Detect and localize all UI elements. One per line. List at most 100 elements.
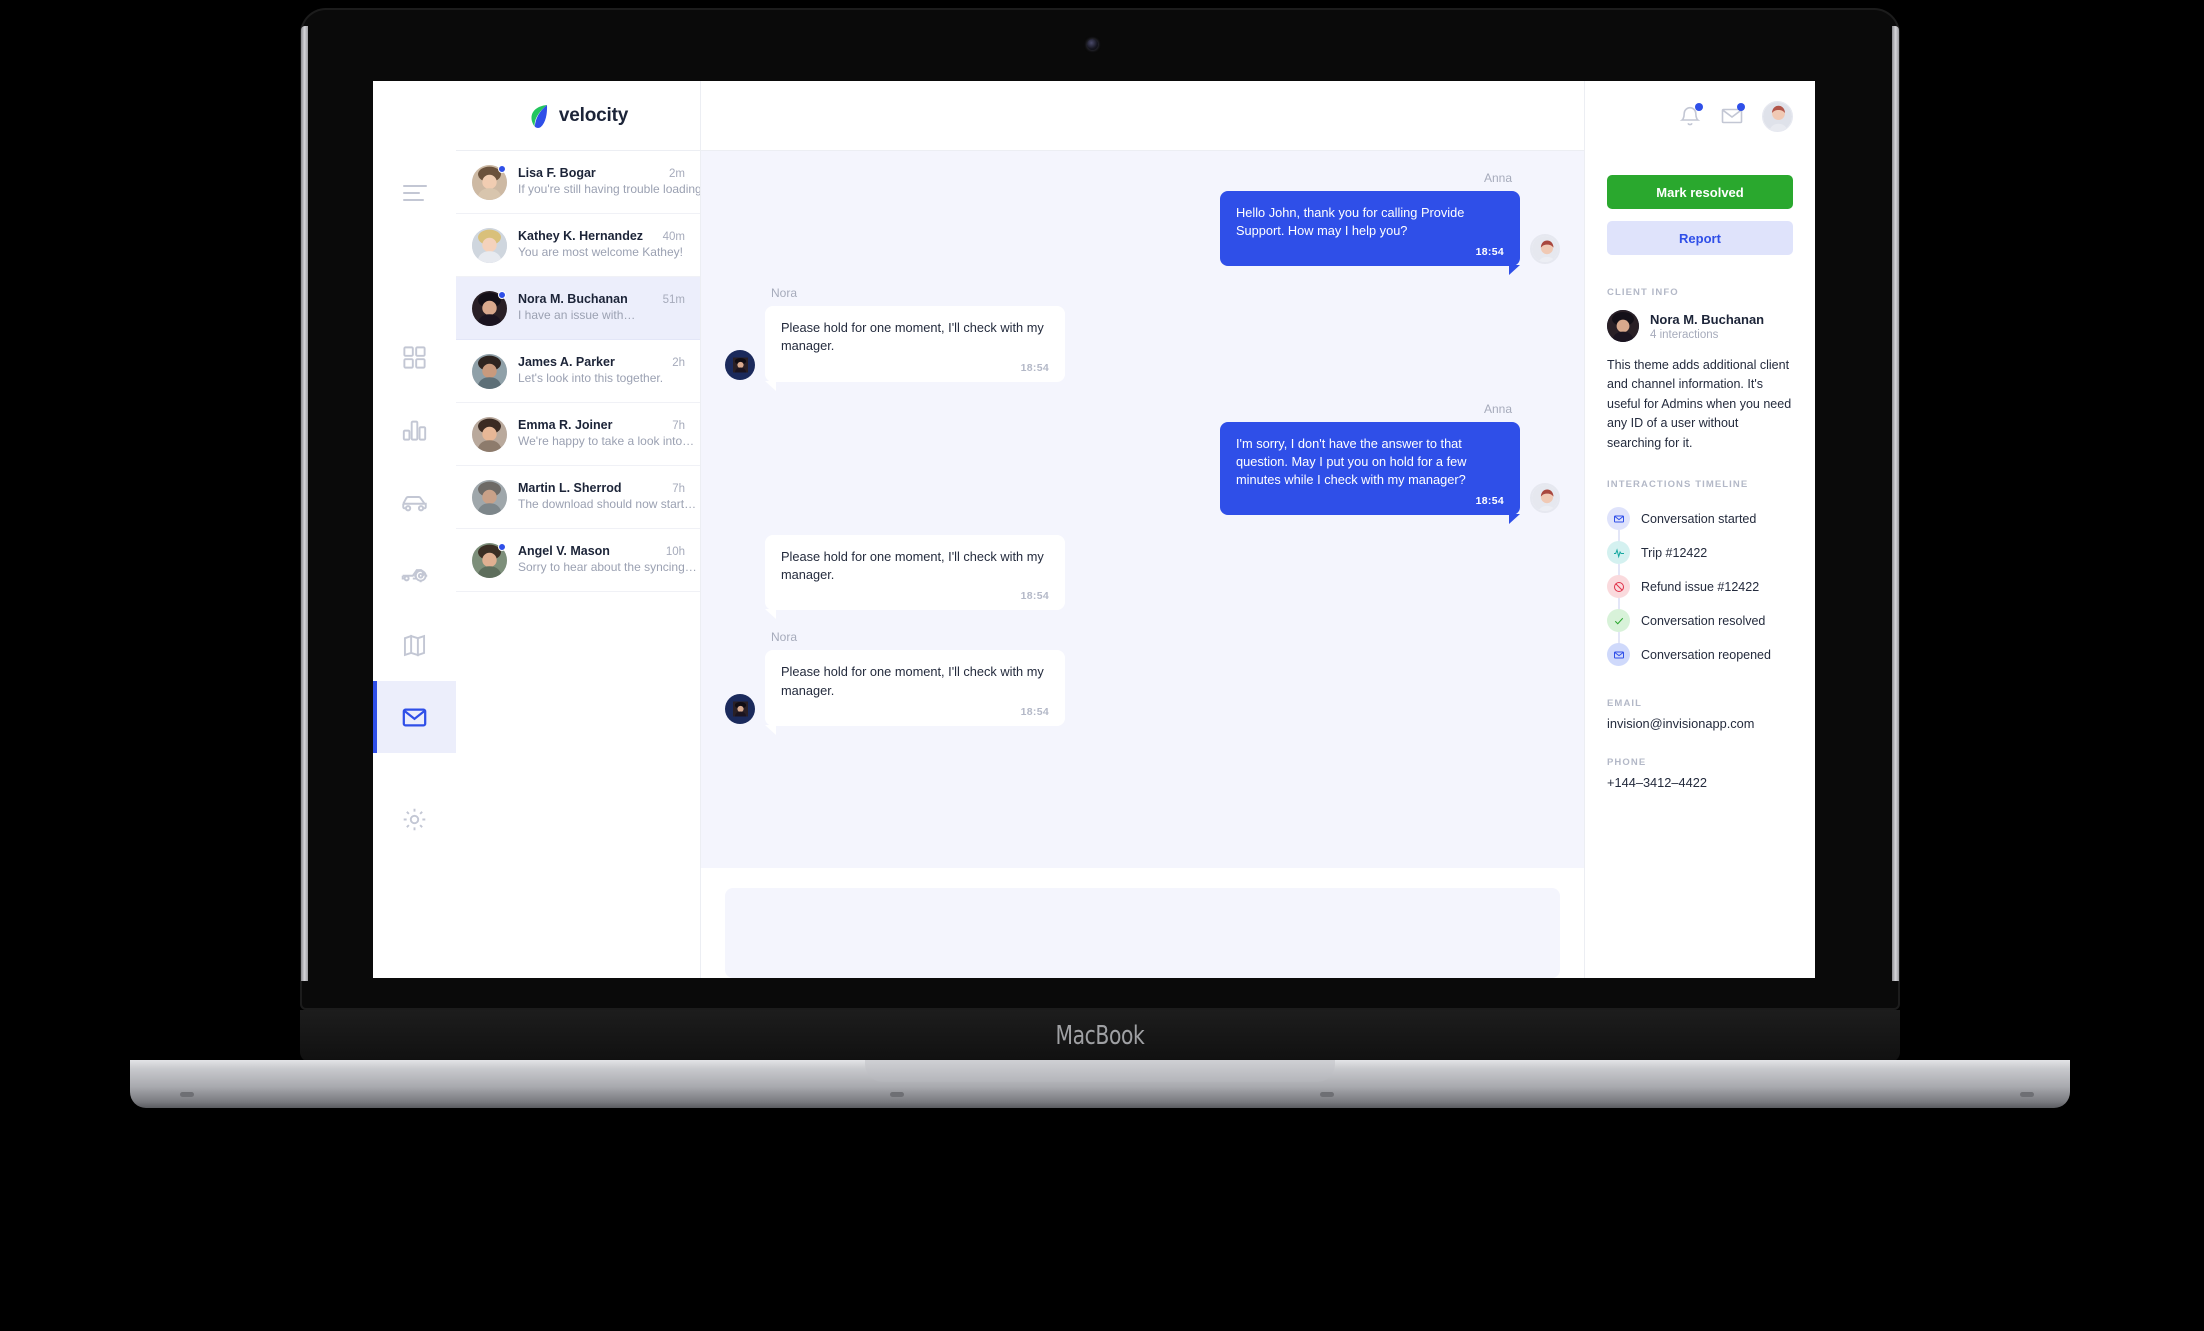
conversation-preview: Let's look into this together. xyxy=(518,371,664,385)
conversation-name: Emma R. Joiner xyxy=(518,418,613,432)
timeline-item[interactable]: Conversation started xyxy=(1607,502,1793,544)
timeline-label: Trip #12422 xyxy=(1641,545,1708,560)
velocity-leaf-logo xyxy=(528,104,550,128)
macbook-brand-label: MacBook xyxy=(1055,1021,1145,1051)
conversation-time: 2h xyxy=(672,357,685,369)
mark-resolved-button[interactable]: Mark resolved xyxy=(1607,175,1793,209)
client-identity: Nora M. Buchanan 4 interactions xyxy=(1607,310,1793,342)
envelope-icon xyxy=(1607,643,1630,667)
message-block: Please hold for one moment, I'll check w… xyxy=(725,535,1560,620)
conversation-time: 10h xyxy=(665,546,685,558)
message-group: Please hold for one moment, I'll check w… xyxy=(725,650,1560,736)
sidebar-item-service[interactable] xyxy=(373,537,456,609)
messages-button[interactable] xyxy=(1720,103,1745,128)
message-sender: Anna xyxy=(1483,171,1512,185)
avatar xyxy=(472,542,507,578)
sidebar-item-vehicles[interactable] xyxy=(373,465,456,537)
interactions-timeline-label: Interactions timeline xyxy=(1607,478,1749,490)
conversation-preview: We're happy to take a look into… xyxy=(518,434,695,448)
email-value: invision@invisionapp.com xyxy=(1607,715,1755,731)
phone-label: Phone xyxy=(1607,756,1647,768)
top-bar-actions xyxy=(1585,81,1815,151)
message-time: 18:54 xyxy=(1475,495,1504,508)
check-icon xyxy=(1607,609,1630,633)
message-bubble: Please hold for one moment, I'll check w… xyxy=(765,650,1065,736)
hamburger-menu-icon[interactable] xyxy=(402,185,427,206)
interactions-timeline: Conversation started Trip #12422 Refund … xyxy=(1607,502,1793,672)
timeline-label: Refund issue #12422 xyxy=(1641,579,1760,594)
macbook-lid-edge-right xyxy=(1892,26,1899,981)
message-group: Hello John, thank you for calling Provid… xyxy=(725,191,1560,276)
timeline-item[interactable]: Trip #12422 xyxy=(1607,536,1793,578)
message-group: Please hold for one moment, I'll check w… xyxy=(725,535,1560,620)
message-block: Nora Please hold for one moment, I'll ch… xyxy=(725,630,1560,736)
message-bubble: I'm sorry, I don't have the answer to th… xyxy=(1220,421,1520,525)
conversation-list-item[interactable]: Emma R. Joiner 7h We're happy to take a … xyxy=(456,403,700,466)
conversation-list-item[interactable]: Nora M. Buchanan 51m I have an issue wit… xyxy=(456,277,700,340)
message-time: 18:54 xyxy=(1020,590,1049,603)
sidebar-item-dashboard[interactable] xyxy=(373,321,456,393)
sidebar-item-inbox[interactable] xyxy=(373,681,456,753)
email-label: Email xyxy=(1607,697,1643,709)
macbook-foot xyxy=(180,1092,194,1097)
conversation-time: 7h xyxy=(672,483,685,495)
message-text: Hello John, thank you for calling Provid… xyxy=(1236,205,1465,239)
app-brand: velocity xyxy=(456,81,700,151)
chat-messages: Anna Hello John, thank you for calling P… xyxy=(701,151,1584,868)
conversation-time: 7h xyxy=(672,420,685,432)
conversation-list-item[interactable]: Angel V. Mason 10h Sorry to hear about t… xyxy=(456,529,700,592)
unread-indicator xyxy=(498,290,506,299)
message-text: Please hold for one moment, I'll check w… xyxy=(781,664,1044,698)
conversation-preview: I have an issue with… xyxy=(518,308,636,322)
unread-indicator xyxy=(498,542,506,551)
unread-indicator xyxy=(498,164,506,173)
timeline-label: Conversation reopened xyxy=(1641,647,1771,662)
macbook-chin: MacBook xyxy=(300,1010,1900,1062)
macbook-foot xyxy=(1320,1092,1334,1097)
conversation-list-item[interactable]: Martin L. Sherrod 7h The download should… xyxy=(456,466,700,529)
client-description: This theme adds additional client and ch… xyxy=(1607,358,1792,450)
envelope-icon xyxy=(402,708,427,726)
chat-header xyxy=(701,81,1584,151)
message-text: Please hold for one moment, I'll check w… xyxy=(781,320,1044,354)
message-time: 18:54 xyxy=(1020,361,1049,374)
message-block: Anna Hello John, thank you for calling P… xyxy=(725,171,1560,276)
timeline-item[interactable]: Conversation reopened xyxy=(1607,638,1793,672)
conversation-preview: If you're still having trouble loading… xyxy=(518,182,700,196)
avatar xyxy=(472,479,507,515)
conversation-list[interactable]: Lisa F. Bogar 2m If you're still having … xyxy=(456,151,700,978)
user-avatar[interactable] xyxy=(1762,100,1793,132)
conversation-list-item[interactable]: James A. Parker 2h Let's look into this … xyxy=(456,340,700,403)
message-avatar xyxy=(725,349,755,380)
timeline-item[interactable]: Conversation resolved xyxy=(1607,604,1793,646)
message-group: Please hold for one moment, I'll check w… xyxy=(725,306,1560,391)
car-service-icon xyxy=(401,568,428,582)
avatar xyxy=(472,416,507,452)
conversation-preview: The download should now start… xyxy=(518,497,697,511)
conversation-name: Nora M. Buchanan xyxy=(518,292,628,306)
sidebar-item-settings[interactable] xyxy=(373,783,456,855)
conversation-list-item[interactable]: Kathey K. Hernandez 40m You are most wel… xyxy=(456,214,700,277)
app-screen: velocity Lisa F. Bogar 2m If you're stil… xyxy=(373,81,1815,978)
conversation-list-item[interactable]: Lisa F. Bogar 2m If you're still having … xyxy=(456,151,700,214)
avatar xyxy=(472,290,507,326)
sidebar-item-analytics[interactable] xyxy=(373,393,456,465)
timeline-label: Conversation resolved xyxy=(1641,613,1766,628)
message-avatar xyxy=(725,693,755,724)
avatar xyxy=(472,164,507,200)
screenshot-stage: velocity Lisa F. Bogar 2m If you're stil… xyxy=(0,0,2204,1331)
timeline-item[interactable]: Refund issue #12422 xyxy=(1607,570,1793,612)
phone-value: +144–3412–4422 xyxy=(1607,774,1707,790)
chat-composer-area xyxy=(701,868,1584,978)
notifications-button[interactable] xyxy=(1678,103,1703,128)
message-avatar xyxy=(1530,483,1560,514)
client-info-panel: Mark resolved Report Client info Nora M.… xyxy=(1585,81,1815,978)
client-avatar xyxy=(1607,310,1639,342)
notification-badge xyxy=(1695,103,1703,111)
gear-icon xyxy=(403,808,426,830)
report-button[interactable]: Report xyxy=(1607,221,1793,255)
avatar xyxy=(472,227,507,263)
sidebar-item-map[interactable] xyxy=(373,609,456,681)
message-sender: Anna xyxy=(1483,401,1512,416)
message-input[interactable] xyxy=(725,888,1560,978)
